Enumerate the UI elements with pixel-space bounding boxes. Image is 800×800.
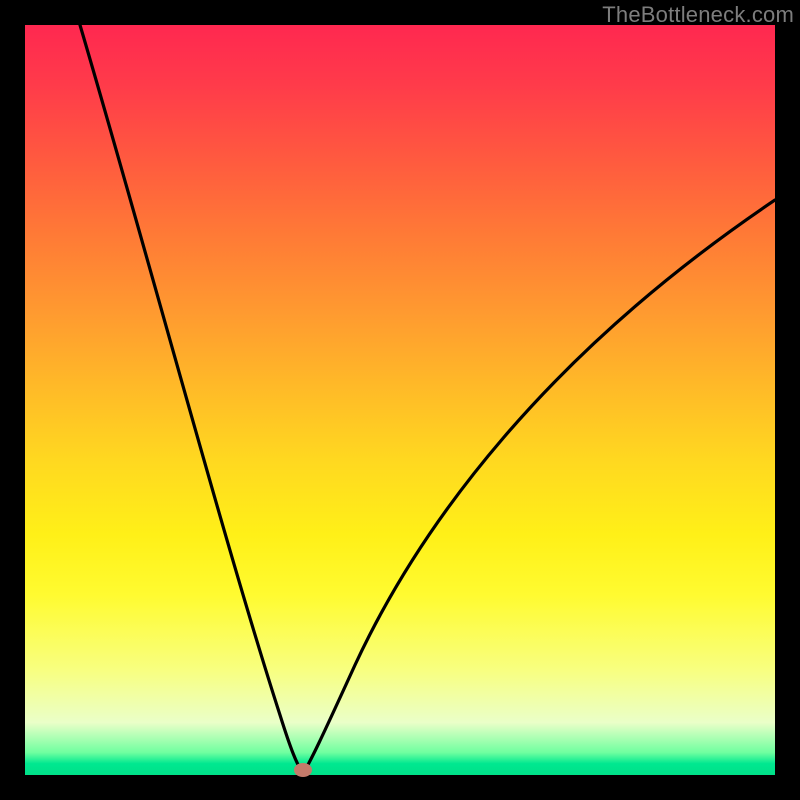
watermark-text: TheBottleneck.com bbox=[602, 2, 794, 28]
chart-frame: TheBottleneck.com bbox=[0, 0, 800, 800]
plot-area bbox=[25, 25, 775, 775]
bottleneck-curve bbox=[25, 25, 775, 775]
optimal-point-marker bbox=[294, 763, 312, 777]
curve-path bbox=[80, 25, 775, 773]
